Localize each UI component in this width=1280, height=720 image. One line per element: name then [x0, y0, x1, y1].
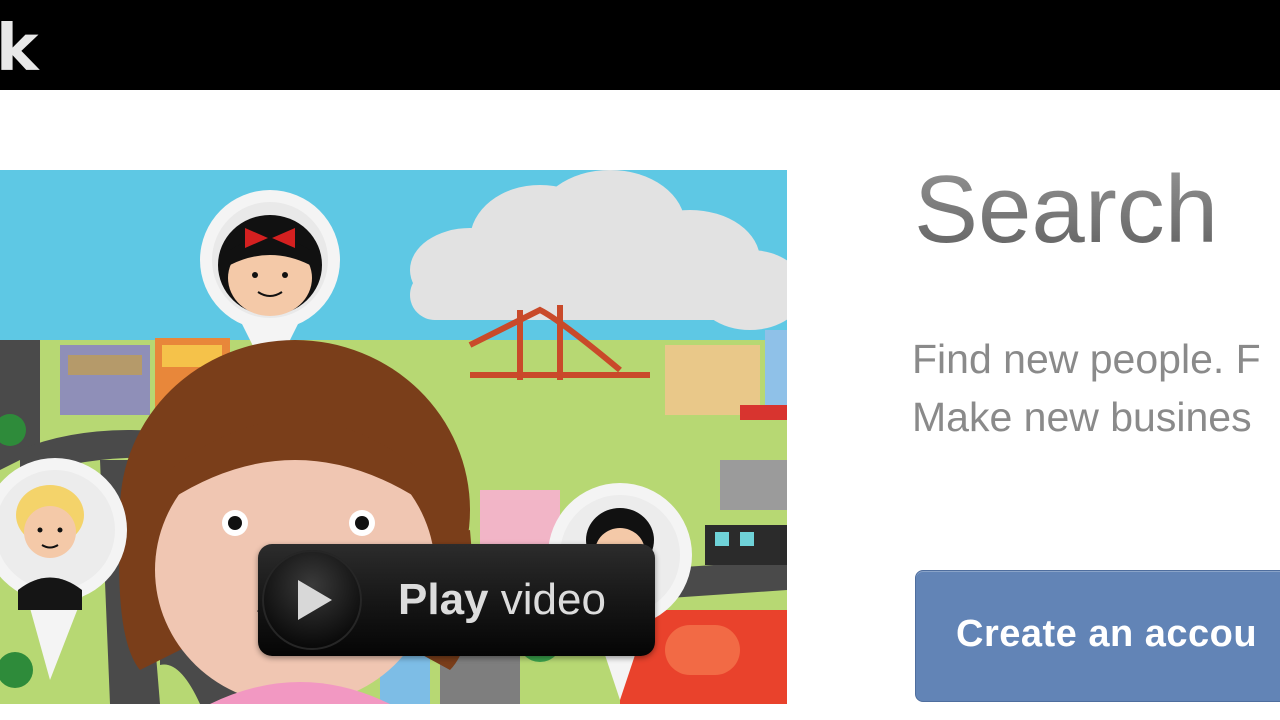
create-account-label: Create an accou [956, 613, 1258, 655]
play-circle [262, 550, 362, 650]
play-label-rest: video [488, 575, 606, 624]
play-label-bold: Play [398, 575, 489, 624]
play-icon [298, 580, 332, 620]
promo-video-player[interactable]: Play video [0, 170, 787, 704]
top-navigation-bar: k [0, 0, 1280, 90]
play-video-button[interactable]: Play video [258, 544, 655, 656]
hero-headline: Search [914, 150, 1218, 270]
play-video-label: Play video [398, 572, 606, 628]
create-account-button[interactable]: Create an accou [915, 570, 1280, 702]
site-logo[interactable]: k [0, 4, 39, 90]
hero-subline-2: Make new busines [912, 394, 1252, 440]
hero-subline-1: Find new people. F [912, 336, 1261, 382]
